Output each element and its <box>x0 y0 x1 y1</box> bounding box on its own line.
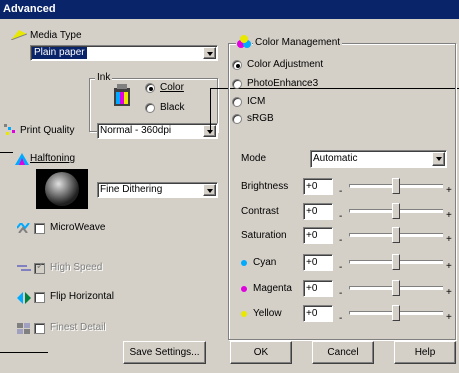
flip-horizontal-label[interactable]: Flip Horizontal <box>50 291 114 303</box>
magenta-slider-thumb[interactable] <box>392 280 400 296</box>
color-management-label: Color Management <box>253 37 343 48</box>
yellow-label: Yellow <box>253 308 282 319</box>
plus-sign: + <box>446 287 452 298</box>
callout-line <box>0 152 13 153</box>
print-quality-select[interactable]: Normal - 360dpi <box>97 123 218 139</box>
ok-button[interactable]: OK <box>230 341 292 364</box>
ink-black-radio[interactable] <box>145 103 155 113</box>
photoenhance3-label[interactable]: PhotoEnhance3 <box>247 78 318 90</box>
microweave-icon <box>16 221 31 234</box>
contrast-label: Contrast <box>241 206 279 217</box>
window-title: Advanced <box>0 0 459 19</box>
mode-label: Mode <box>241 153 267 164</box>
print-quality-icon <box>4 124 18 136</box>
media-type-icon <box>10 30 28 41</box>
halftoning-label: Halftoning <box>30 153 76 164</box>
photoenhance3-radio[interactable] <box>232 79 242 89</box>
cyan-value-field[interactable]: +0 <box>303 254 333 271</box>
callout-line <box>0 352 48 353</box>
magenta-value-field[interactable]: +0 <box>303 280 333 297</box>
high-speed-icon <box>17 263 31 273</box>
help-button[interactable]: Help <box>394 341 456 364</box>
magenta-color-dot-icon <box>241 286 247 292</box>
print-quality-value: Normal - 360dpi <box>100 125 172 136</box>
minus-sign: - <box>339 262 343 273</box>
ink-color-radio[interactable] <box>145 83 155 93</box>
mode-value: Automatic <box>313 153 358 164</box>
srgb-label[interactable]: sRGB <box>247 113 274 125</box>
magenta-label: Magenta <box>253 283 292 294</box>
halftone-sphere-preview <box>36 169 88 209</box>
mode-select[interactable]: Automatic <box>310 150 447 168</box>
cancel-button[interactable]: Cancel <box>312 341 374 364</box>
plus-sign: + <box>446 261 452 272</box>
brightness-label: Brightness <box>241 181 289 192</box>
high-speed-checkbox <box>34 261 45 274</box>
callout-line <box>210 88 211 132</box>
saturation-slider-thumb[interactable] <box>392 227 400 243</box>
minus-sign: - <box>339 186 343 197</box>
flip-horizontal-icon <box>17 292 31 304</box>
ink-color-label[interactable]: Color <box>160 82 184 94</box>
advanced-dialog: Advanced Media Type Plain paper Ink Colo… <box>0 0 459 373</box>
media-type-label: Media Type <box>30 30 82 41</box>
chevron-down-icon[interactable] <box>432 152 445 166</box>
plus-sign: + <box>446 234 452 245</box>
finest-detail-icon <box>17 323 31 335</box>
plus-sign: + <box>446 185 452 196</box>
microweave-checkbox[interactable] <box>34 223 45 234</box>
ink-cartridge-icon <box>111 84 133 108</box>
srgb-radio[interactable] <box>232 114 242 124</box>
flip-horizontal-checkbox[interactable] <box>34 292 45 303</box>
icm-radio[interactable] <box>232 97 242 107</box>
contrast-slider-thumb[interactable] <box>392 203 400 219</box>
ink-black-label[interactable]: Black <box>160 102 184 114</box>
microweave-label[interactable]: MicroWeave <box>50 222 105 234</box>
minus-sign: - <box>339 313 343 324</box>
brightness-slider-thumb[interactable] <box>392 178 400 194</box>
halftoning-value: Fine Dithering <box>100 184 163 195</box>
cyan-slider-thumb[interactable] <box>392 254 400 270</box>
dialog-body: Media Type Plain paper Ink Color Black P… <box>0 19 459 373</box>
finest-detail-label: Finest Detail <box>50 322 106 333</box>
brightness-value-field[interactable]: +0 <box>303 178 333 195</box>
contrast-value-field[interactable]: +0 <box>303 203 333 220</box>
plus-sign: + <box>446 312 452 323</box>
media-type-value: Plain paper <box>32 47 87 59</box>
color-adjustment-radio[interactable] <box>232 60 242 70</box>
saturation-label: Saturation <box>241 230 287 241</box>
color-adjustment-label[interactable]: Color Adjustment <box>247 59 323 71</box>
chevron-down-icon[interactable] <box>203 184 216 196</box>
yellow-slider-thumb[interactable] <box>392 305 400 321</box>
minus-sign: - <box>339 211 343 222</box>
high-speed-label: High Speed <box>50 262 103 273</box>
yellow-color-dot-icon <box>241 311 247 317</box>
media-type-select[interactable]: Plain paper <box>30 45 218 61</box>
finest-detail-checkbox <box>34 323 45 334</box>
color-management-icon <box>236 35 252 49</box>
save-settings-button[interactable]: Save Settings... <box>123 341 206 364</box>
yellow-value-field[interactable]: +0 <box>303 305 333 322</box>
minus-sign: - <box>339 235 343 246</box>
halftoning-icon <box>15 153 29 165</box>
plus-sign: + <box>446 210 452 221</box>
ink-group-label: Ink <box>95 72 113 83</box>
saturation-value-field[interactable]: +0 <box>303 227 333 244</box>
halftoning-select[interactable]: Fine Dithering <box>97 182 218 198</box>
cyan-color-dot-icon <box>241 260 247 266</box>
print-quality-label: Print Quality <box>20 125 75 136</box>
chevron-down-icon[interactable] <box>203 47 216 59</box>
minus-sign: - <box>339 288 343 299</box>
icm-label[interactable]: ICM <box>247 96 265 108</box>
cyan-label: Cyan <box>253 257 277 268</box>
